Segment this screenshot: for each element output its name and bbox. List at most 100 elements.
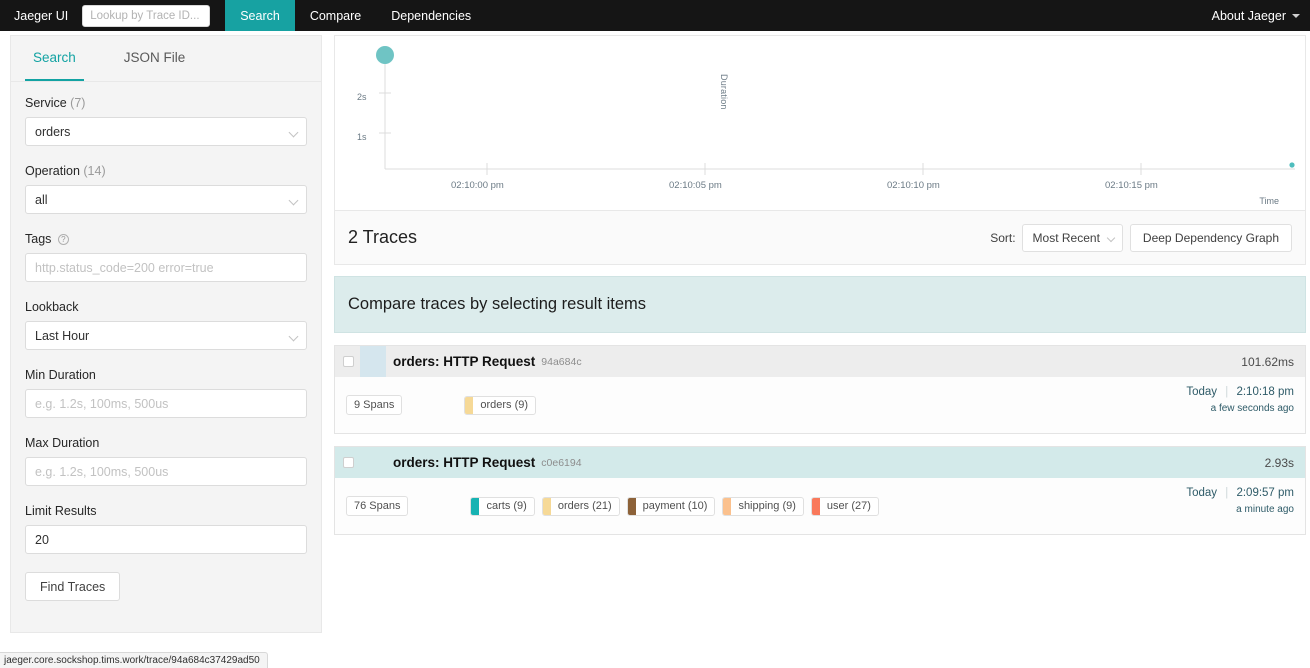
- trace-timestamp: Today | 2:09:57 pm a minute ago: [1186, 487, 1294, 515]
- sort-select[interactable]: Most Recent: [1021, 223, 1123, 252]
- top-navigation-bar: Jaeger UI Search Compare Dependencies Ab…: [0, 0, 1310, 31]
- spans-badge: 9 Spans: [346, 395, 403, 415]
- service-pill[interactable]: carts (9): [470, 496, 535, 516]
- search-panel: Search JSON File Service (7) orders Oper…: [10, 35, 322, 633]
- service-color-swatch: [465, 396, 474, 414]
- service-label: Service (7): [25, 96, 307, 110]
- operation-label-text: Operation: [25, 164, 80, 178]
- service-color-swatch: [811, 497, 820, 515]
- service-pill[interactable]: orders (21): [541, 496, 620, 516]
- trace-name: orders: HTTP Request: [393, 354, 536, 369]
- trace-timestamp: Today | 2:10:18 pm a few seconds ago: [1186, 386, 1294, 414]
- min-duration-input[interactable]: [25, 389, 307, 418]
- scatter-point[interactable]: [1289, 162, 1295, 168]
- sort-label: Sort:: [990, 230, 1016, 245]
- field-max-duration: Max Duration: [25, 436, 307, 486]
- find-traces-button[interactable]: Find Traces: [25, 572, 121, 601]
- sort-select-value: Most Recent: [1032, 230, 1100, 245]
- trace-accent-strip: [360, 447, 386, 478]
- deep-dependency-graph-button[interactable]: Deep Dependency Graph: [1129, 223, 1292, 252]
- trace-relative-time: a few seconds ago: [1210, 403, 1294, 414]
- max-duration-label: Max Duration: [25, 436, 100, 450]
- field-lookback: Lookback Last Hour: [25, 300, 307, 350]
- help-icon[interactable]: ?: [57, 234, 69, 245]
- max-duration-input[interactable]: [25, 457, 307, 486]
- chevron-down-icon: [1106, 233, 1116, 242]
- trace-day: Today: [1186, 487, 1218, 499]
- trace-day: Today: [1186, 386, 1218, 398]
- service-pill[interactable]: payment (10): [626, 496, 716, 516]
- trace-result-item[interactable]: orders: HTTP Request c0e6194 2.93s 76 Sp…: [334, 446, 1306, 535]
- service-pill[interactable]: shipping (9): [722, 496, 804, 516]
- operation-label: Operation (14): [25, 164, 307, 178]
- status-bar-url: jaeger.core.sockshop.tims.work/trace/94a…: [0, 652, 268, 668]
- panel-tabs: Search JSON File: [11, 36, 321, 82]
- trace-body: 76 Spans carts (9) orders (21) payment (…: [335, 478, 1305, 534]
- service-color-swatch: [723, 497, 732, 515]
- x-tick-3: 02:10:15 pm: [1105, 180, 1158, 191]
- field-tags: Tags ?: [25, 232, 307, 282]
- trace-result-item[interactable]: orders: HTTP Request 94a684c 101.62ms 9 …: [334, 345, 1306, 434]
- trace-accent-strip: [360, 346, 386, 377]
- x-tick-2: 02:10:10 pm: [887, 180, 940, 191]
- trace-duration: 2.93s: [1264, 455, 1294, 470]
- about-jaeger-menu[interactable]: About Jaeger: [1212, 0, 1300, 31]
- nav-link-dependencies[interactable]: Dependencies: [376, 0, 486, 31]
- service-color-swatch: [542, 497, 551, 515]
- chart-y-axis-label: Duration: [719, 74, 729, 110]
- trace-id-lookup-input[interactable]: [82, 4, 211, 27]
- spans-badge: 76 Spans: [346, 496, 409, 516]
- compare-banner: Compare traces by selecting result items: [334, 276, 1306, 333]
- search-form: Service (7) orders Operation (14) all Ta…: [11, 82, 321, 601]
- field-operation: Operation (14) all: [25, 164, 307, 214]
- trace-select-checkbox[interactable]: [343, 356, 354, 367]
- chevron-down-icon: [288, 331, 299, 342]
- nav-link-search[interactable]: Search: [225, 0, 295, 31]
- chevron-down-icon: [1292, 13, 1300, 18]
- operation-select[interactable]: all: [25, 185, 307, 214]
- service-pill-label: payment (10): [642, 500, 708, 512]
- tab-search[interactable]: Search: [25, 36, 84, 81]
- lookback-select-value: Last Hour: [35, 328, 90, 343]
- service-pill-label: orders (21): [557, 500, 612, 512]
- trace-clock: 2:10:18 pm: [1236, 386, 1294, 398]
- service-pill[interactable]: orders (9): [464, 395, 537, 415]
- trace-select-checkbox[interactable]: [343, 457, 354, 468]
- x-tick-0: 02:10:00 pm: [451, 180, 504, 191]
- trace-relative-time: a minute ago: [1236, 504, 1294, 515]
- results-toolbar: 2 Traces Sort: Most Recent Deep Dependen…: [334, 211, 1306, 265]
- service-select[interactable]: orders: [25, 117, 307, 146]
- service-pill-label: orders (9): [480, 399, 529, 411]
- service-color-swatch: [627, 497, 636, 515]
- field-min-duration: Min Duration: [25, 368, 307, 418]
- trace-clock: 2:09:57 pm: [1236, 487, 1294, 499]
- divider: |: [1225, 386, 1229, 398]
- chevron-down-icon: [288, 195, 299, 206]
- lookback-select[interactable]: Last Hour: [25, 321, 307, 350]
- nav-link-compare[interactable]: Compare: [295, 0, 376, 31]
- trace-scatter-plot[interactable]: Duration Time 1s 2s 02:10:00 pm 02:10:05…: [334, 35, 1306, 211]
- service-select-value: orders: [35, 124, 71, 139]
- operation-count: (14): [83, 164, 106, 178]
- field-service: Service (7) orders: [25, 96, 307, 146]
- tab-json-file[interactable]: JSON File: [116, 36, 194, 81]
- limit-results-input[interactable]: [25, 525, 307, 554]
- tags-input[interactable]: [25, 253, 307, 282]
- service-pill-list: orders (9): [464, 395, 543, 415]
- tags-label-text: Tags: [25, 232, 52, 246]
- trace-header[interactable]: orders: HTTP Request 94a684c 101.62ms: [335, 346, 1305, 377]
- divider: |: [1225, 487, 1229, 499]
- chevron-down-icon: [288, 127, 299, 138]
- trace-name: orders: HTTP Request: [393, 455, 536, 470]
- trace-header[interactable]: orders: HTTP Request c0e6194 2.93s: [335, 447, 1305, 478]
- service-pill[interactable]: user (27): [810, 496, 879, 516]
- page-body: Search JSON File Service (7) orders Oper…: [0, 31, 1310, 668]
- lookback-label: Lookback: [25, 300, 79, 314]
- about-jaeger-label: About Jaeger: [1211, 8, 1286, 23]
- scatter-point[interactable]: [376, 46, 394, 64]
- trace-time-row: Today | 2:10:18 pm: [1186, 386, 1294, 398]
- service-color-swatch: [471, 497, 480, 515]
- trace-id: 94a684c: [541, 355, 582, 368]
- service-pill-label: user (27): [826, 500, 871, 512]
- service-pill-list: carts (9) orders (21) payment (10) shipp…: [470, 496, 885, 516]
